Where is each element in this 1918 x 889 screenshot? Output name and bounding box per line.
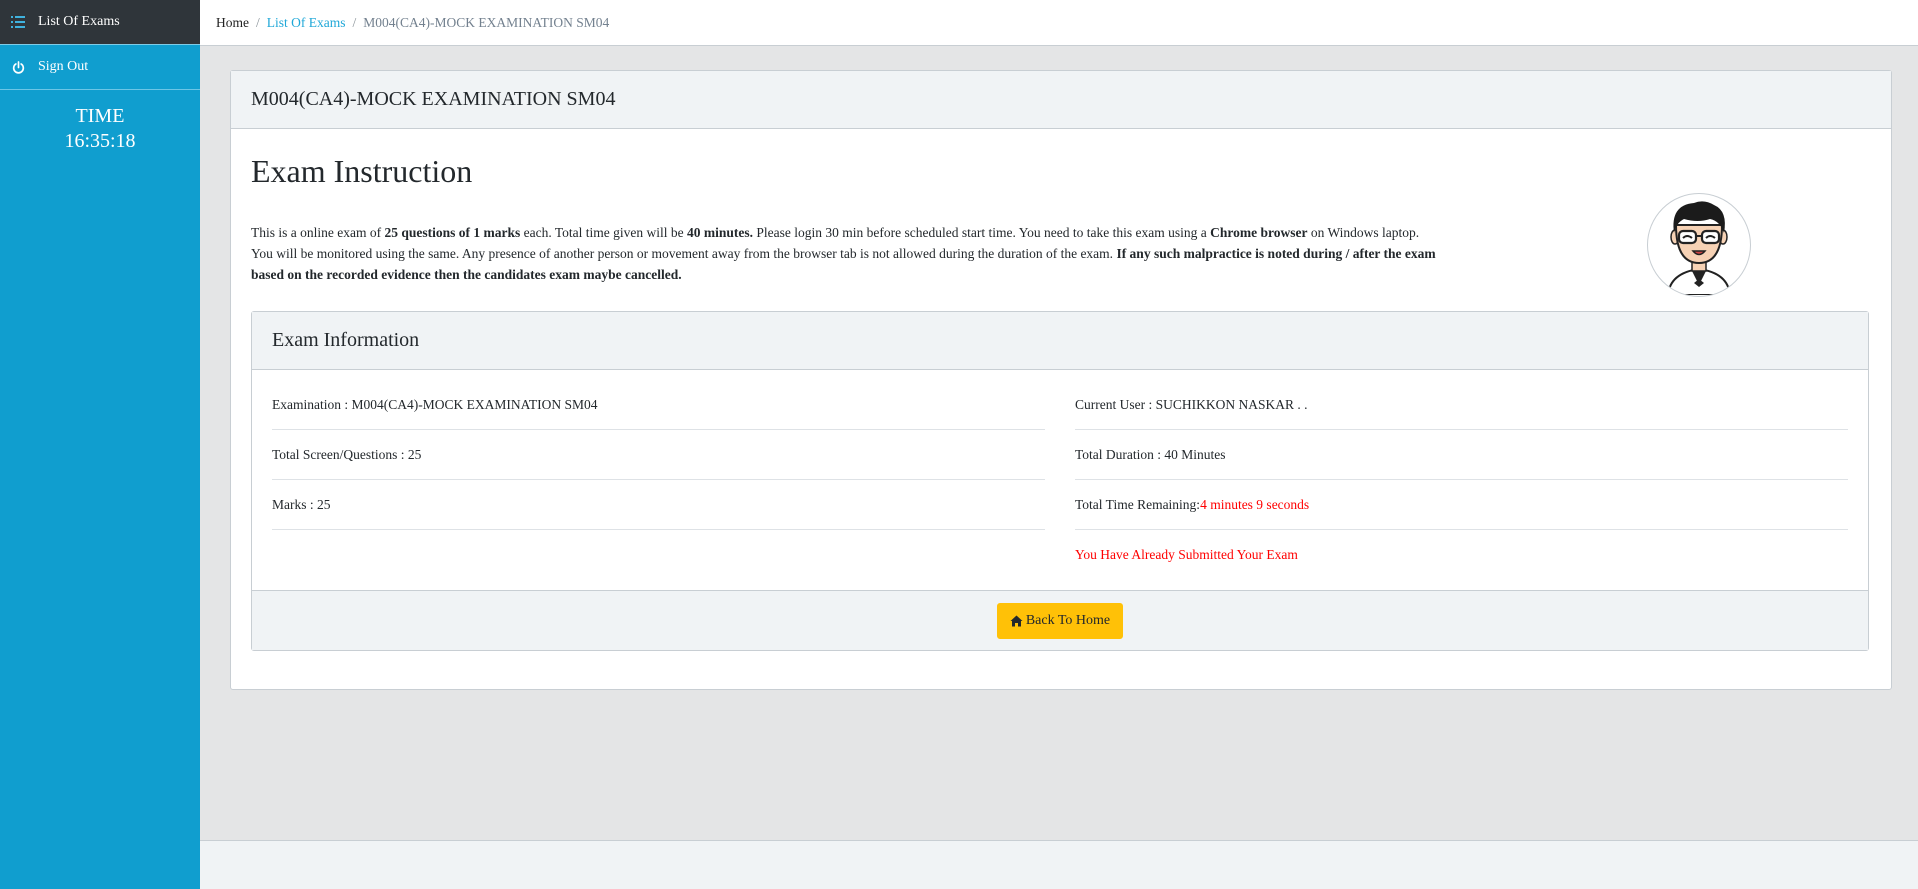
timer: TIME 16:35:18 bbox=[0, 104, 200, 154]
info-column-left: Examination : M004(CA4)-MOCK EXAMINATION… bbox=[272, 380, 1045, 580]
sidebar-item-sign-out[interactable]: Sign Out bbox=[0, 45, 200, 90]
instruction-bold: 40 minutes. bbox=[687, 225, 754, 240]
exam-card-body: Exam Instruction This is a online exam o… bbox=[231, 153, 1891, 651]
instruction-part: This is a online exam of bbox=[251, 225, 385, 240]
instruction-text: This is a online exam of 25 questions of… bbox=[251, 222, 1441, 285]
info-total-questions: Total Screen/Questions : 25 bbox=[272, 430, 1045, 480]
breadcrumb-list-of-exams[interactable]: List Of Exams bbox=[267, 15, 346, 31]
instruction-part: Please login 30 min before scheduled sta… bbox=[753, 225, 1211, 240]
breadcrumb: Home / List Of Exams / M004(CA4)-MOCK EX… bbox=[200, 0, 1918, 46]
exam-card: M004(CA4)-MOCK EXAMINATION SM04 Exam Ins… bbox=[230, 70, 1892, 690]
exam-information-body: Examination : M004(CA4)-MOCK EXAMINATION… bbox=[252, 370, 1868, 590]
breadcrumb-current: M004(CA4)-MOCK EXAMINATION SM04 bbox=[363, 14, 610, 30]
home-icon bbox=[1010, 615, 1023, 627]
time-remaining-value: 4 minutes 9 seconds bbox=[1200, 496, 1310, 512]
breadcrumb-home[interactable]: Home bbox=[216, 15, 249, 31]
sidebar-item-label: Sign Out bbox=[38, 59, 89, 74]
exam-card-title: M004(CA4)-MOCK EXAMINATION SM04 bbox=[231, 71, 1891, 129]
avatar-icon bbox=[1666, 201, 1732, 295]
power-icon bbox=[10, 59, 26, 75]
breadcrumb-separator: / bbox=[352, 14, 357, 30]
timer-label: TIME bbox=[75, 105, 125, 127]
page-title: Exam Instruction bbox=[251, 153, 473, 189]
back-to-home-button[interactable]: Back To Home bbox=[996, 602, 1124, 639]
info-current-user: Current User : SUCHIKKON NASKAR . . bbox=[1075, 380, 1848, 430]
avatar bbox=[1647, 193, 1751, 297]
submitted-status: You Have Already Submitted Your Exam bbox=[1075, 547, 1298, 562]
timer-value: 16:35:18 bbox=[64, 130, 136, 152]
info-marks: Marks : 25 bbox=[272, 480, 1045, 530]
exam-information-footer: Back To Home bbox=[252, 590, 1868, 650]
sidebar-item-list-of-exams[interactable]: List Of Exams bbox=[0, 0, 200, 45]
instruction-bold: Chrome browser bbox=[1210, 225, 1308, 240]
back-to-home-label: Back To Home bbox=[1025, 612, 1111, 628]
sidebar-item-label: List Of Exams bbox=[38, 14, 120, 29]
info-time-remaining: Total Time Remaining: 4 minutes 9 second… bbox=[1075, 480, 1848, 530]
instruction-bold: 25 questions of 1 marks bbox=[384, 225, 521, 240]
time-remaining-label: Total Time Remaining: bbox=[1075, 496, 1201, 512]
list-icon bbox=[10, 14, 26, 30]
exam-information-card: Exam Information Examination : M004(CA4)… bbox=[251, 311, 1869, 651]
info-column-right: Current User : SUCHIKKON NASKAR . . Tota… bbox=[1075, 380, 1848, 580]
info-examination: Examination : M004(CA4)-MOCK EXAMINATION… bbox=[272, 380, 1045, 430]
info-total-duration: Total Duration : 40 Minutes bbox=[1075, 430, 1848, 480]
exam-information-title: Exam Information bbox=[252, 312, 1868, 370]
breadcrumb-separator: / bbox=[256, 14, 260, 30]
instruction-part: each. Total time given will be bbox=[520, 225, 688, 240]
sidebar: List Of Exams Sign Out TIME 16:35:18 bbox=[0, 0, 200, 889]
footer bbox=[200, 840, 1918, 889]
